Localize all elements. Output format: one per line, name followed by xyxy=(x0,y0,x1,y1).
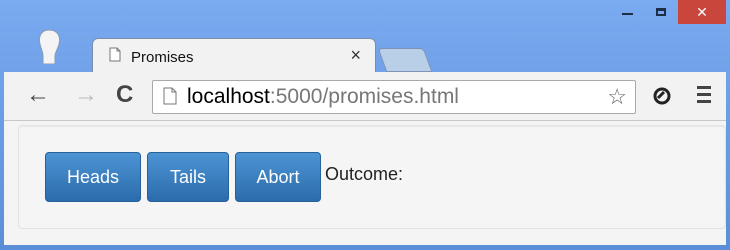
page-icon xyxy=(109,47,121,67)
tab-close-icon[interactable]: × xyxy=(350,45,361,66)
tails-button[interactable]: Tails xyxy=(147,152,229,202)
url-path: :5000/promises.html xyxy=(269,85,459,108)
tab-title: Promises xyxy=(131,48,194,66)
url-text: localhost:5000/promises.html xyxy=(187,85,459,109)
minimize-icon xyxy=(621,13,633,15)
profile-avatar-icon[interactable] xyxy=(32,28,66,69)
abort-button[interactable]: Abort xyxy=(235,152,321,202)
minimize-button[interactable] xyxy=(610,0,644,24)
address-bar[interactable]: localhost:5000/promises.html ☆ xyxy=(152,80,636,114)
browser-window: ✕ Promises × ← → C localhost:5000/promis… xyxy=(0,0,730,250)
new-tab-button[interactable] xyxy=(377,48,433,72)
browser-toolbar: ← → C localhost:5000/promises.html ☆ xyxy=(4,72,726,121)
forward-arrow-icon[interactable]: → xyxy=(74,82,98,108)
close-icon: ✕ xyxy=(696,3,708,20)
url-host: localhost xyxy=(187,85,270,108)
button-well: Heads Tails Abort Outcome: xyxy=(18,125,726,229)
page-viewport: Heads Tails Abort Outcome: xyxy=(4,121,726,245)
back-arrow-icon[interactable]: ← xyxy=(26,82,50,108)
reload-icon[interactable]: C xyxy=(116,82,133,108)
outcome-label: Outcome: xyxy=(325,164,404,184)
heads-button[interactable]: Heads xyxy=(45,152,141,202)
window-controls: ✕ xyxy=(610,0,726,24)
bookmark-star-icon[interactable]: ☆ xyxy=(607,84,627,110)
maximize-button[interactable] xyxy=(644,0,678,24)
page-icon xyxy=(163,87,177,110)
extension-icon[interactable] xyxy=(652,86,672,111)
menu-icon[interactable] xyxy=(697,86,711,107)
close-window-button[interactable]: ✕ xyxy=(678,0,726,24)
maximize-icon xyxy=(656,8,666,16)
